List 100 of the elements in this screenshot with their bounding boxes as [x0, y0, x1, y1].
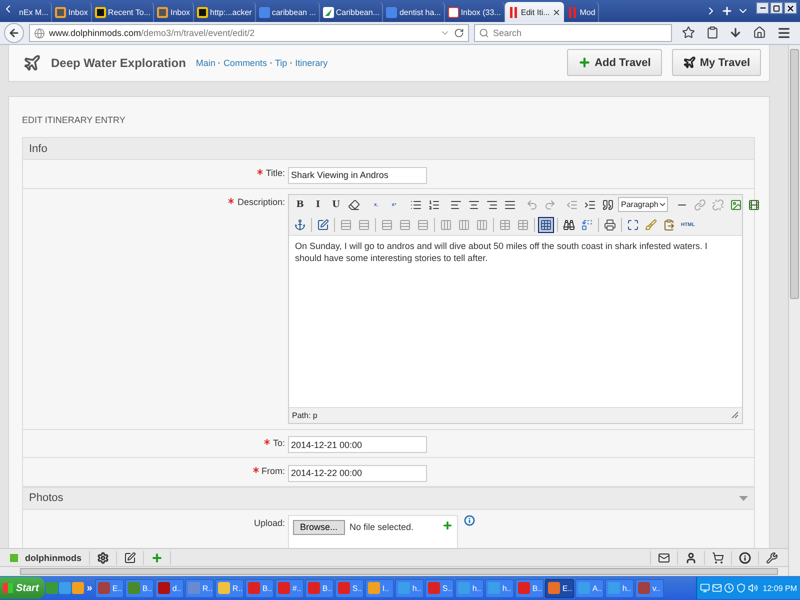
browser-icon	[488, 582, 500, 594]
taskbar-item[interactable]: S..	[425, 578, 454, 598]
taskbar-item[interactable]: h..	[605, 578, 634, 598]
text-field[interactable]: 2014-12-22 00:00	[288, 464, 427, 482]
windows-logo-icon	[3, 583, 13, 593]
edit-icon	[317, 218, 329, 230]
restore-icon	[773, 4, 780, 12]
clipboard-icon[interactable]	[706, 26, 719, 39]
format-button[interactable]: B	[292, 196, 308, 212]
table-column-icon	[458, 218, 470, 230]
field-label: Upload:	[254, 518, 285, 528]
text-field[interactable]: 2014-12-21 00:00	[288, 436, 427, 453]
scrollbar-thumb[interactable]	[20, 568, 778, 575]
star-icon[interactable]	[682, 26, 696, 39]
settings-icon[interactable]	[96, 552, 108, 564]
field-label: From:	[262, 466, 285, 476]
format-select[interactable]: Paragraph	[618, 197, 668, 212]
home-icon[interactable]	[753, 26, 766, 39]
undo-icon	[526, 198, 538, 210]
restore-button[interactable]	[770, 2, 783, 14]
nav-link[interactable]: Tip	[274, 58, 288, 68]
scrollbar-thumb[interactable]	[790, 49, 799, 299]
taskbar-item[interactable]: d..	[155, 578, 184, 598]
eraser-icon	[348, 198, 360, 210]
shield-icon	[736, 583, 746, 593]
mail-icon[interactable]	[658, 552, 670, 564]
taskbar-item[interactable]: B..	[305, 578, 334, 598]
taskbar-item[interactable]: B..	[125, 578, 154, 598]
menu-icon[interactable]	[776, 26, 791, 40]
close-button[interactable]	[784, 2, 797, 14]
align-right-icon	[486, 198, 498, 210]
user-icon[interactable]	[685, 552, 697, 564]
address-bar[interactable]: www.dolphinmods.com/demo3/m/travel/event/edit/2	[29, 24, 469, 42]
table-row-icon	[381, 218, 393, 230]
add-travel-button[interactable]: Add Travel	[566, 49, 662, 76]
section-title: Photos	[29, 492, 64, 504]
format-button[interactable]: I	[310, 196, 326, 212]
nav-link[interactable]: Main	[196, 58, 216, 68]
taskbar-item[interactable]: E..	[545, 578, 574, 598]
table-row-icon	[417, 218, 429, 230]
unlink-icon	[712, 198, 724, 210]
cart-icon[interactable]	[712, 552, 724, 564]
brand-name[interactable]: dolphinmods	[25, 552, 82, 562]
browser-tab[interactable]: Edit Iti...	[504, 2, 564, 22]
taskbar-item[interactable]: h..	[455, 578, 484, 598]
toolbar-button[interactable]	[602, 216, 618, 232]
close-icon[interactable]	[552, 8, 561, 16]
taskbar-item[interactable]: B..	[245, 578, 274, 598]
browser-icon	[578, 582, 590, 594]
monitor-icon	[700, 583, 710, 593]
my-travel-button[interactable]: My Travel	[672, 49, 761, 76]
search-field[interactable]: Search	[474, 24, 672, 42]
text-field[interactable]: Shark Viewing in Andros	[288, 166, 427, 184]
table-row-icon	[399, 218, 411, 230]
info-icon[interactable]	[739, 552, 751, 564]
toolbar-button[interactable]	[315, 216, 331, 232]
taskbar-item[interactable]: R..	[185, 578, 214, 598]
new-tab-icon[interactable]	[721, 5, 733, 17]
tile-icon	[258, 6, 270, 18]
folder-icon	[218, 582, 230, 594]
add-icon	[442, 520, 453, 530]
pdf-icon	[518, 582, 530, 594]
align-justify-icon	[504, 198, 516, 210]
toolbar-button[interactable]	[538, 216, 554, 232]
resize-grip-icon[interactable]	[731, 411, 739, 419]
wrench-icon[interactable]	[766, 552, 778, 564]
globe-icon	[34, 28, 45, 38]
taskbar-item[interactable]: B..	[515, 578, 544, 598]
reload-icon[interactable]	[454, 28, 464, 38]
download-icon[interactable]	[729, 26, 742, 39]
indent-icon	[584, 198, 596, 210]
pdf-icon	[278, 582, 290, 594]
taskbar-item[interactable]: E..	[95, 578, 124, 598]
app-icon	[158, 582, 170, 594]
minimize-button[interactable]	[756, 2, 769, 14]
plus-icon[interactable]	[150, 552, 162, 564]
taskbar-item[interactable]: h..	[485, 578, 514, 598]
table-row-icon	[358, 218, 370, 230]
replace-icon	[581, 218, 593, 230]
taskbar-item[interactable]: S..	[335, 578, 364, 598]
outdent-icon	[566, 198, 578, 210]
taskbar-item[interactable]: #..	[275, 578, 304, 598]
section-header[interactable]: Photos	[23, 488, 754, 510]
more-button[interactable]: »	[84, 582, 94, 594]
toolbar-button[interactable]	[292, 216, 308, 232]
taskbar-item[interactable]: R..	[215, 578, 244, 598]
logo-icon	[10, 554, 18, 562]
edit-icon[interactable]	[124, 552, 136, 564]
taskbar-item[interactable]: h..	[395, 578, 424, 598]
taskbar-item[interactable]: A..	[575, 578, 604, 598]
app-icon	[128, 582, 140, 594]
taskbar-item[interactable]: I..	[365, 578, 394, 598]
back-arrow-icon	[8, 27, 20, 39]
browse-button[interactable]: Browse...	[293, 520, 345, 534]
nav-link[interactable]: Itinerary	[295, 58, 328, 68]
back-button[interactable]	[4, 23, 24, 43]
taskbar-item[interactable]: v..	[635, 578, 664, 598]
editor-text[interactable]: On Sunday, I will go to andros and will dive about 50 miles off the south coast in shark infested waters. I should have some interesting stories to tell after.	[289, 234, 742, 408]
format-button[interactable]: U	[328, 196, 344, 212]
nav-link[interactable]: Comments	[223, 58, 267, 68]
